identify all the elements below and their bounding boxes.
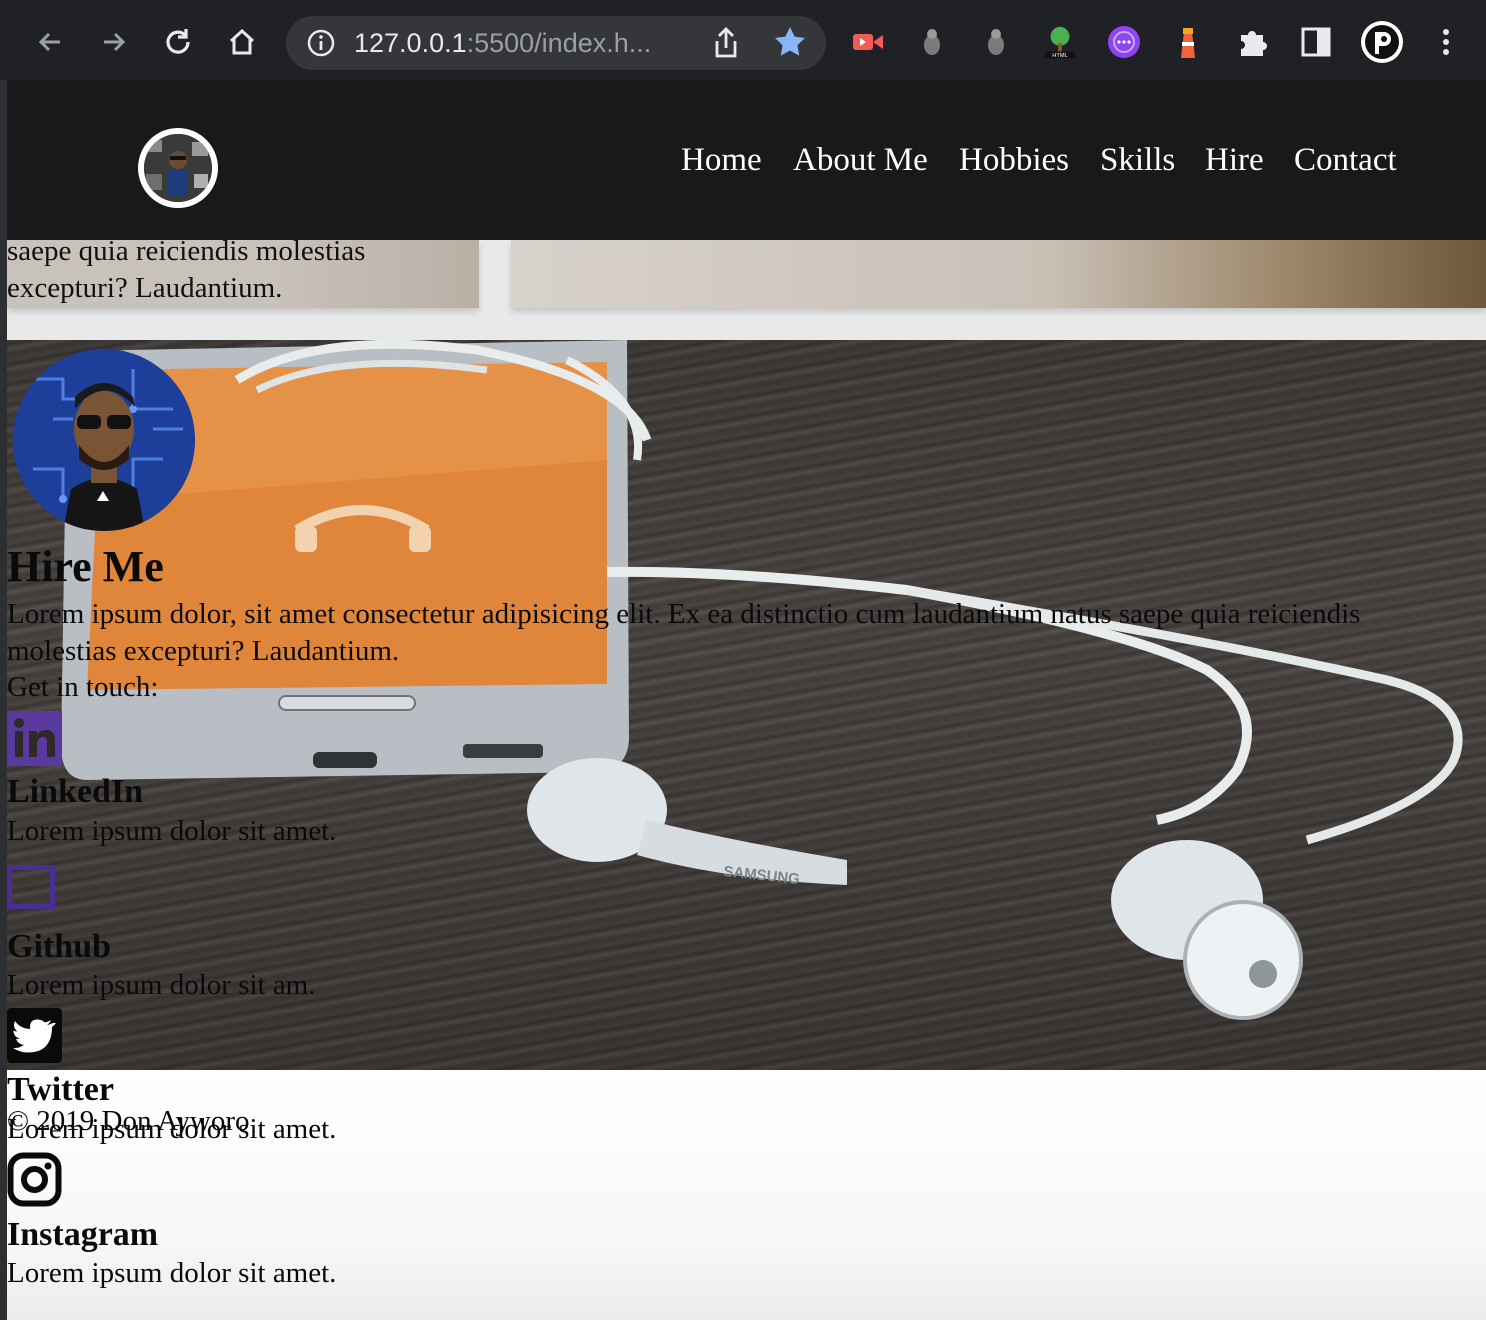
profile-avatar-image [13,349,195,531]
twitter-icon[interactable] [7,1008,62,1063]
lighthouse-extension-icon[interactable] [1170,24,1206,60]
nav-contact[interactable]: Contact [1294,140,1397,180]
share-icon[interactable] [710,26,742,60]
previous-section-text: saepe quia reiciendis molestias exceptur… [7,240,366,304]
linkedin-description: Lorem ipsum dolor sit amet. [7,815,337,847]
bookmark-star-icon[interactable] [772,24,808,60]
linkedin-title: LinkedIn [7,773,144,810]
site-header: Home About Me Hobbies Skills Hire Contac… [7,80,1486,240]
browser-toolbar: 127.0.0.1:5500/index.h... HTML [0,0,1486,81]
home-icon[interactable] [222,22,262,62]
github-icon[interactable] [7,865,55,909]
instagram-icon[interactable] [7,1152,62,1207]
html-tree-extension-icon[interactable]: HTML [1042,24,1078,60]
logo-avatar-image [144,134,212,202]
hire-description: Lorem ipsum dolor, sit amet consectetur … [7,598,1361,667]
back-icon[interactable] [30,22,70,62]
nav-hire[interactable]: Hire [1205,140,1264,180]
nav-skills[interactable]: Skills [1100,140,1175,180]
nav-home[interactable]: Home [681,140,762,180]
get-in-touch-label: Get in touch: [7,671,159,703]
forward-icon[interactable] [94,22,134,62]
previous-section-card: saepe quia reiciendis molestias exceptur… [7,240,479,308]
url-text[interactable]: 127.0.0.1:5500/index.h... [354,24,651,62]
hire-section-background: SAMSUNG [7,340,1486,1070]
purple-extension-icon[interactable] [1106,24,1142,60]
bug-extension-icon-2[interactable] [978,24,1014,60]
github-title: Github [7,928,111,965]
previous-section-image [511,240,1486,308]
nav-about-me[interactable]: About Me [793,140,928,180]
site-logo[interactable] [138,128,218,208]
nav-hobbies[interactable]: Hobbies [959,140,1069,180]
url-host: 127.0.0.1 [354,28,467,58]
menu-kebab-icon[interactable] [1428,24,1464,60]
site-info-icon[interactable] [306,28,336,58]
svg-text:HTML: HTML [1052,53,1067,59]
puzzle-icon[interactable] [1234,24,1270,60]
url-path: :5500/index.h... [466,28,652,58]
linkedin-icon[interactable] [7,711,62,766]
hire-title: Hire Me [7,542,164,591]
profile-avatar[interactable] [1360,20,1404,64]
github-description: Lorem ipsum dolor sit am. [7,969,316,1001]
web-page: saepe quia reiciendis molestias exceptur… [7,80,1486,1320]
reload-icon[interactable] [158,22,198,62]
bug-extension-icon[interactable] [914,24,950,60]
side-panel-icon[interactable] [1298,24,1334,60]
window-left-edge [0,80,7,1320]
phone-earphones-image: SAMSUNG [61,340,1463,1020]
instagram-title: Instagram [7,1216,159,1253]
instagram-description: Lorem ipsum dolor sit amet. [7,1257,337,1289]
screen-recorder-extension-icon[interactable] [850,24,886,60]
copyright-text: © 2019 Don Ayworo [7,1105,250,1137]
